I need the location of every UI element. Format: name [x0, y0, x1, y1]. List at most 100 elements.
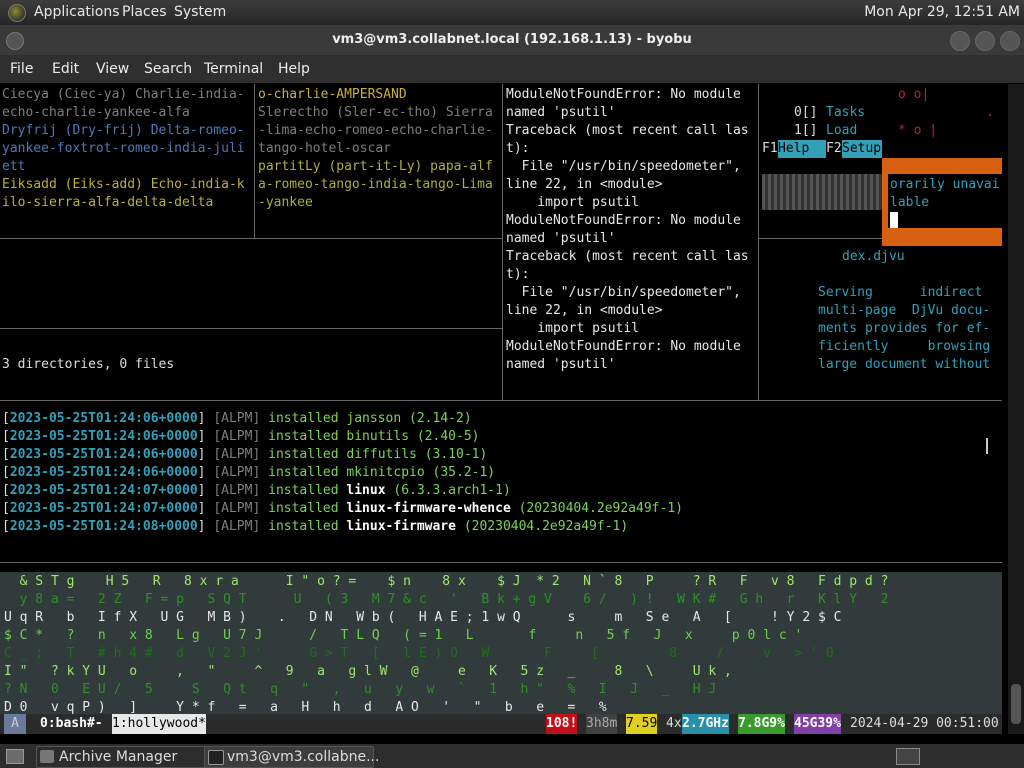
menu-help[interactable]: Help [278, 61, 310, 77]
log-space [260, 411, 268, 426]
log-bracket: [ [2, 429, 10, 444]
log-package: binutils [346, 429, 410, 444]
f1-key[interactable]: F1 [762, 140, 778, 158]
uptime-badge: 3h8m [586, 714, 618, 734]
taskbar-item-archive-manager[interactable]: Archive Manager [36, 746, 222, 768]
log-bracket: [ [2, 465, 10, 480]
text-cursor [890, 212, 898, 228]
load-label: Load [826, 123, 858, 138]
pane-divider [502, 84, 503, 400]
log-row: [2023-05-25T01:24:06+0000] [ALPM] instal… [2, 428, 479, 446]
popup-inner: orarily unavai lable [888, 174, 1002, 228]
wordlist-line: Dryfrij (Dry-frij) Delta-romeo- [2, 123, 245, 138]
popup-frame: orarily unavai lable [882, 158, 1002, 246]
error-line: import psutil [506, 321, 640, 336]
applications-menu[interactable]: Applications [34, 4, 120, 20]
terminal-scrollbar[interactable] [1008, 84, 1024, 734]
window-tab-1[interactable]: 1:hollywood* [112, 714, 206, 734]
wordlist-line: tango-hotel-oscar [258, 141, 392, 156]
log-action: installed [268, 429, 339, 444]
wordlist-line: a-romeo-tango-india-tango-Lima [258, 177, 493, 192]
popup-text: lable [890, 195, 930, 210]
wordlist-line: echo-charlie-yankee-alfa [2, 105, 190, 120]
maximize-icon[interactable] [975, 31, 995, 51]
rain-row: C _ ; T # h 4 # d V 2 J ' G > T [ l E ) … [4, 646, 834, 661]
log-package: linux-firmware [346, 519, 456, 534]
log-package: linux [346, 483, 386, 498]
rain-row: D 0 v q P ) ] Y * f = a H h d A O ' " b … [4, 700, 607, 715]
memory-badge: 7.8G9% [738, 714, 785, 734]
close-icon[interactable] [1000, 31, 1020, 51]
gnome-foot-icon[interactable] [8, 4, 26, 22]
menu-search[interactable]: Search [144, 61, 192, 77]
wordlist-line: o-charlie-AMPERSAND [258, 87, 407, 102]
error-line: ModuleNotFoundError: No module [506, 213, 741, 228]
window-tab-0[interactable]: 0:bash#- [40, 714, 103, 734]
show-desktop-icon[interactable] [6, 749, 24, 764]
minimize-icon[interactable] [950, 31, 970, 51]
workspace-switcher-icon[interactable] [896, 748, 920, 765]
rain-row: y 8 a = 2 Z F = p S Q T U ( 3 M 7 & c ' … [4, 592, 889, 607]
window-menu-icon[interactable] [6, 32, 24, 50]
log-version: (20230404.2e92a49f-1) [463, 519, 629, 534]
status-datetime: 2024-04-29 00:51:00 [850, 716, 999, 731]
log-bracket: ] [197, 411, 214, 426]
f2-setup-button[interactable]: Setup [842, 140, 882, 158]
log-row: [2023-05-25T01:24:06+0000] [ALPM] instal… [2, 464, 495, 482]
f1-help-button[interactable]: Help [778, 140, 826, 158]
load-badge: 7.59 [626, 714, 658, 734]
menu-view[interactable]: View [96, 61, 129, 77]
error-line: t): [506, 267, 530, 282]
disk-badge: 45G39% [794, 714, 841, 734]
log-bracket: [ [2, 483, 10, 498]
pane-divider [0, 400, 1002, 401]
menu-terminal[interactable]: Terminal [204, 61, 263, 77]
window-title: vm3@vm3.collabnet.local (192.168.1.13) -… [332, 32, 692, 47]
taskbar-label: Archive Manager [59, 749, 178, 765]
window-titlebar[interactable]: vm3@vm3.collabnet.local (192.168.1.13) -… [0, 25, 1024, 55]
places-menu[interactable]: Places [122, 4, 167, 20]
log-tag: [ALPM] [213, 483, 261, 498]
terminal-icon [208, 750, 224, 765]
log-action: installed [268, 483, 339, 498]
log-tag: [ALPM] [213, 429, 261, 444]
log-bracket: ] [197, 447, 214, 462]
log-version: (6.3.3.arch1-1) [393, 483, 511, 498]
log-tag: [ALPM] [213, 447, 261, 462]
log-version: (2.14-2) [409, 411, 472, 426]
error-line: named 'psutil' [506, 231, 616, 246]
error-line: File "/usr/bin/speedometer", [506, 159, 741, 174]
taskbar-item-terminal[interactable]: vm3@vm3.collabne... [204, 746, 379, 768]
wordlist-line: ilo-sierra-alfa-delta-delta [2, 195, 214, 210]
htop-bar: * o | [898, 123, 938, 138]
htop-bar: o o| [898, 87, 930, 102]
wordlist-line: yankee-foxtrot-romeo-india-juli [2, 141, 245, 156]
menu-edit[interactable]: Edit [52, 61, 79, 77]
log-version: (20230404.2e92a49f-1) [518, 501, 683, 516]
log-timestamp: 2023-05-25T01:24:07+0000 [9, 501, 198, 516]
log-action: installed [268, 501, 339, 516]
menu-file[interactable]: File [10, 61, 33, 77]
system-menu[interactable]: System [174, 4, 226, 20]
clock[interactable]: Mon Apr 29, 12:51 AM [864, 4, 1020, 20]
log-action: installed [268, 447, 339, 462]
log-row: [2023-05-25T01:24:08+0000] [ALPM] instal… [2, 518, 628, 536]
error-line: t): [506, 141, 530, 156]
rain-row: ? N 0 E U / 5 S Q t q " , u y w ` 1 h " … [4, 682, 717, 697]
log-space [260, 429, 268, 444]
wordlist-line: Eiksadd (Eiks-add) Echo-india-k [2, 177, 245, 192]
tree-summary: 3 directories, 0 files [2, 357, 175, 372]
error-line: import psutil [506, 195, 640, 210]
f2-key[interactable]: F2 [826, 140, 842, 158]
scrollbar-thumb[interactable] [1011, 684, 1021, 724]
wordlist-line: -yankee [258, 195, 313, 210]
error-line: ModuleNotFoundError: No module [506, 87, 741, 102]
log-space [511, 501, 519, 516]
log-version: (35.2-1) [432, 465, 496, 480]
pane-divider [0, 238, 502, 239]
byobu-status-bar: A 0:bash#- 1:hollywood* 108! 3h8m 7.59 4… [0, 714, 1002, 734]
error-line: Traceback (most recent call las [506, 123, 749, 138]
log-space [260, 519, 268, 534]
log-version: (2.40-5) [416, 429, 480, 444]
log-space [260, 447, 268, 462]
